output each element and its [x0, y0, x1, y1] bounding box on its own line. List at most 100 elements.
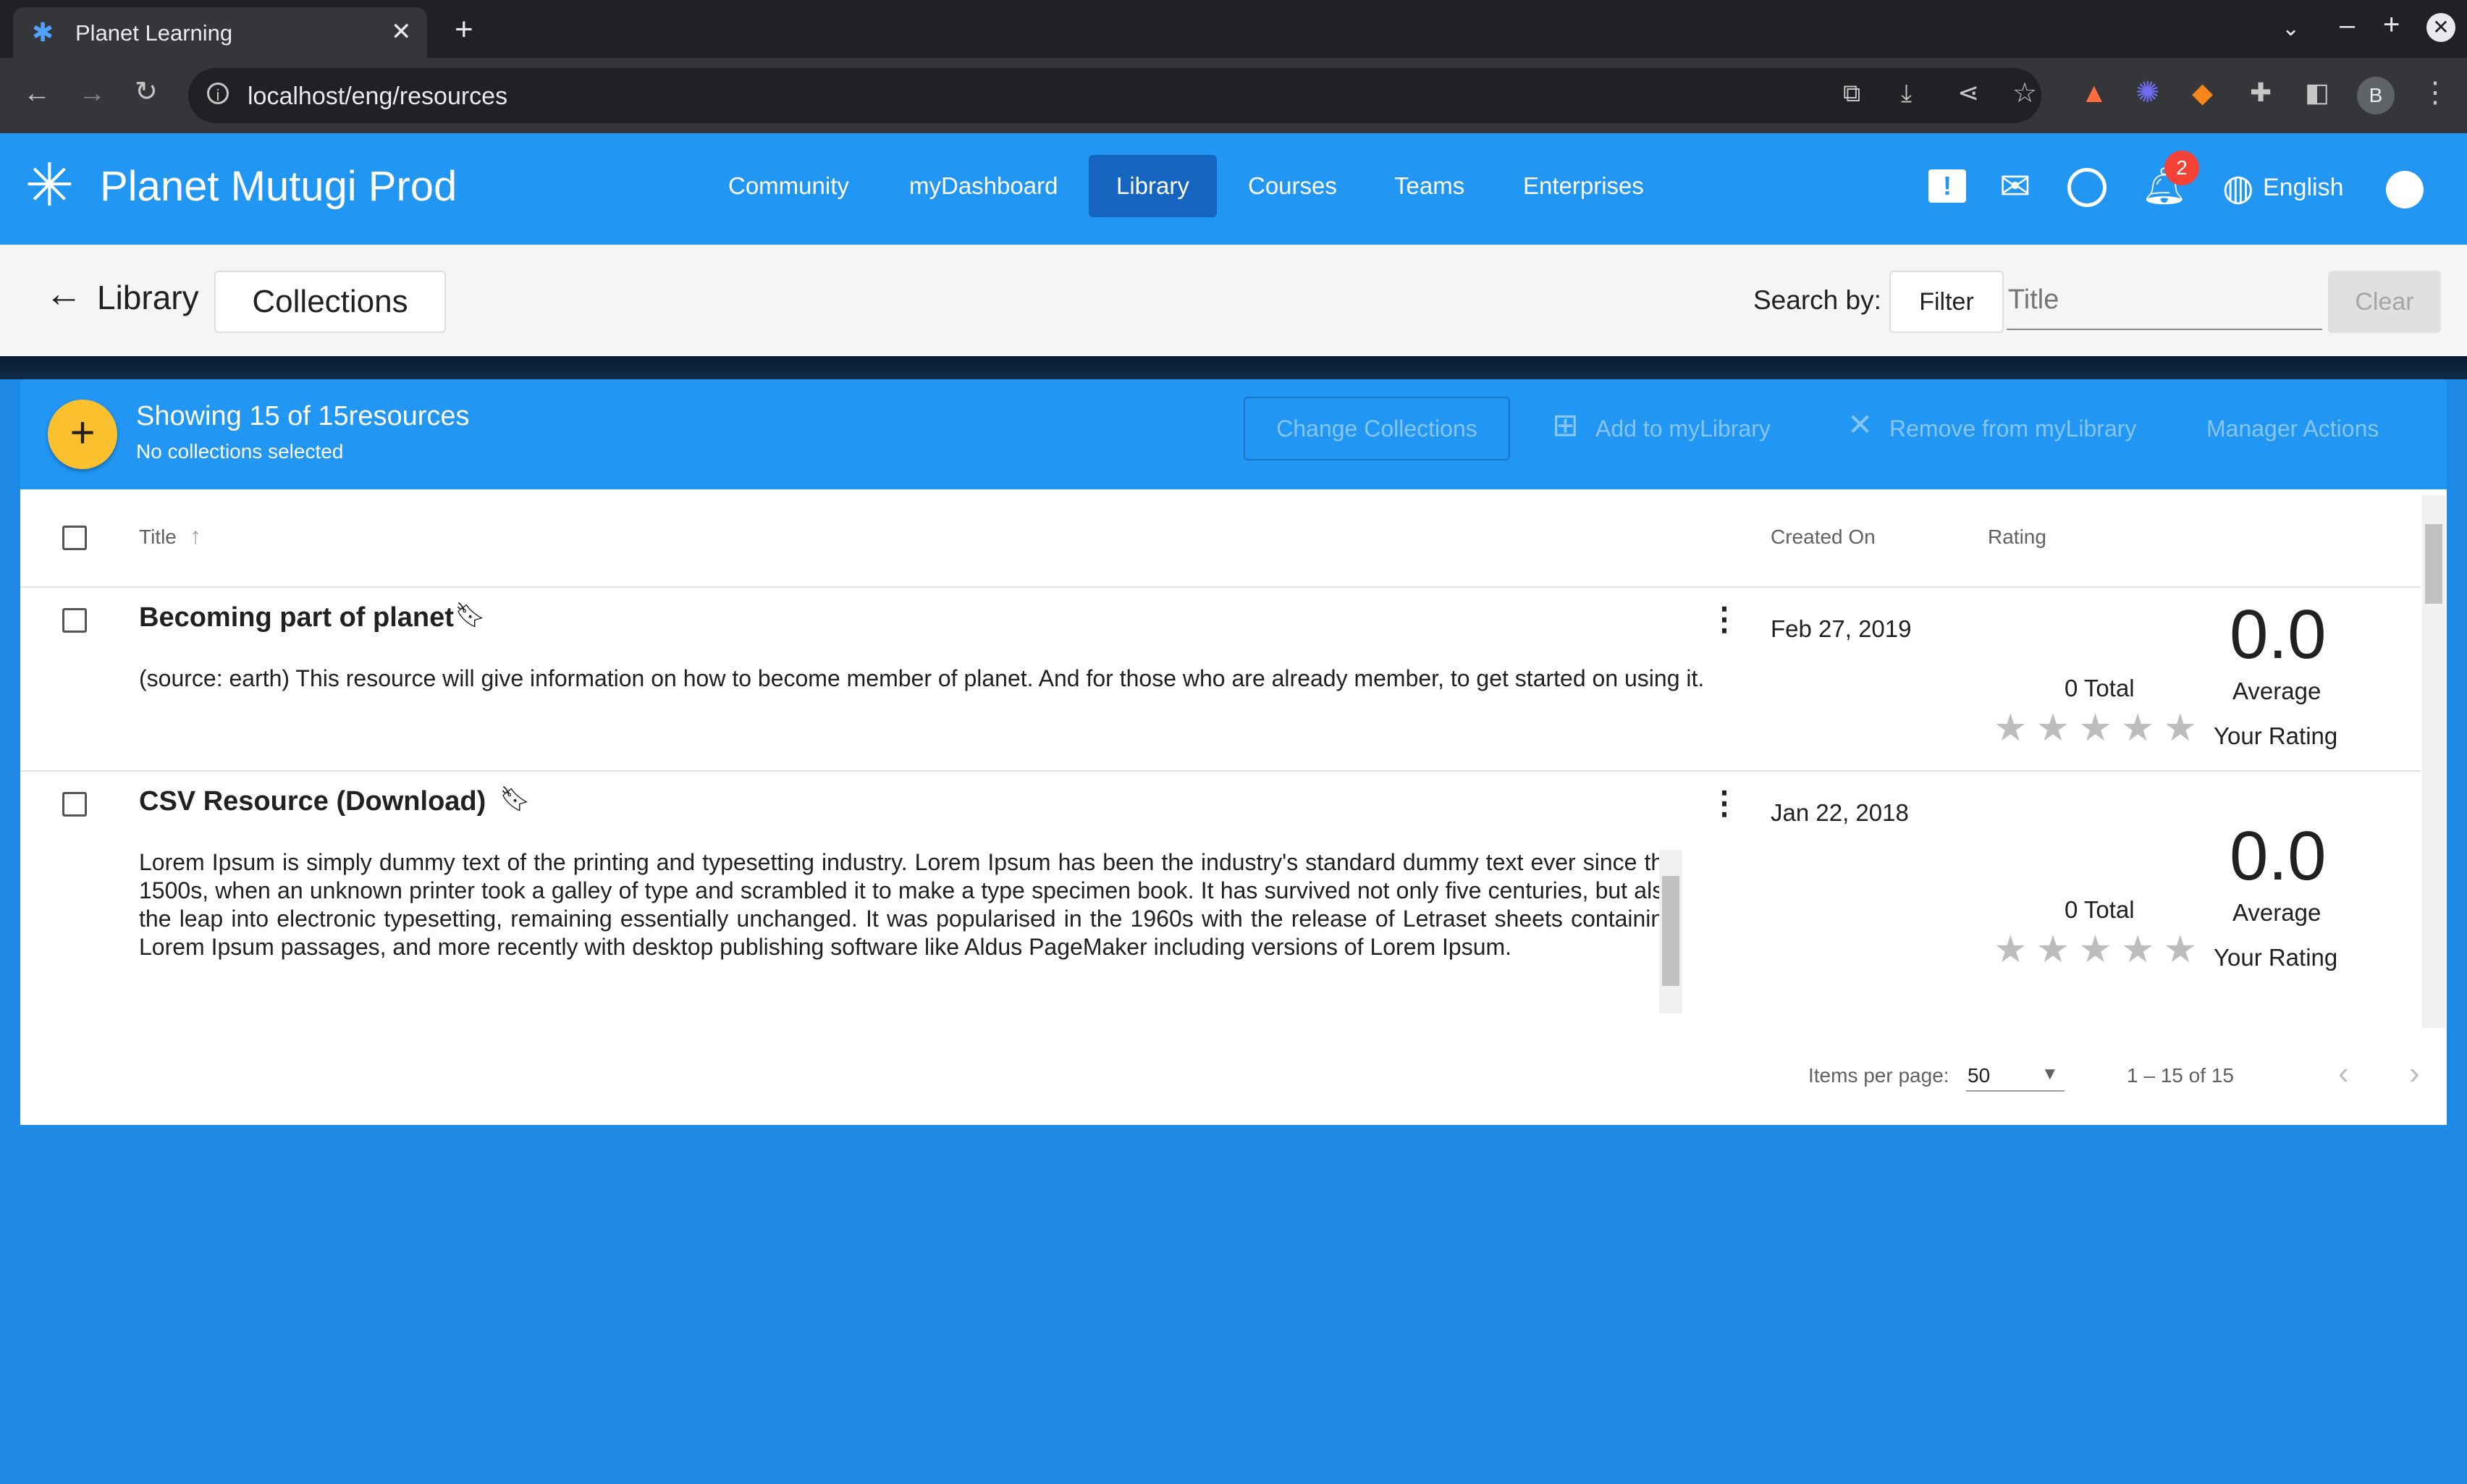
browser-toolbar: ← → ↻ i localhost/eng/resources ⧉ ⤓ ⋖ ☆ …	[0, 58, 2467, 133]
nav-teams[interactable]: Teams	[1367, 155, 1492, 217]
resource-description: (source: earth) This resource will give …	[139, 665, 1705, 691]
extension-a-icon[interactable]: ▲	[2080, 80, 2108, 107]
search-by-label: Search by:	[1753, 285, 1881, 315]
resource-description: Lorem Ipsum is simply dummy text of the …	[139, 849, 1677, 960]
new-tab-icon[interactable]: +	[455, 12, 473, 48]
bookmark-icon[interactable]: 🔖︎	[499, 785, 531, 814]
title-search-input[interactable]	[2007, 271, 2322, 330]
browser-tabstrip: ✱ Planet Learning ✕ + ⌄ – + ✕	[0, 0, 2467, 58]
account-circle-icon[interactable]	[2386, 171, 2424, 208]
address-bar[interactable]: i localhost/eng/resources	[188, 68, 2041, 123]
column-header-rating: Rating	[1988, 526, 2046, 548]
nav-community[interactable]: Community	[701, 155, 877, 217]
back-arrow-icon[interactable]: ←	[45, 275, 83, 313]
extension-fox-icon[interactable]: ◆	[2192, 80, 2213, 107]
profile-avatar[interactable]: B	[2357, 77, 2395, 114]
extension-star-icon[interactable]: ✺	[2135, 78, 2160, 107]
previous-page-icon[interactable]: ‹	[2338, 1055, 2349, 1092]
chrome-menu-icon[interactable]: ⋮	[2421, 78, 2450, 107]
row-checkbox[interactable]	[62, 792, 87, 817]
your-rating-label: Your Rating	[2214, 944, 2338, 971]
next-page-icon[interactable]: ›	[2409, 1055, 2420, 1092]
tab-search-icon[interactable]: ⌄	[2282, 16, 2300, 41]
share-icon[interactable]: ⋖	[1957, 80, 1979, 106]
url-text: localhost/eng/resources	[248, 83, 508, 110]
add-library-icon[interactable]: ⊞	[1552, 410, 1579, 442]
close-window-icon[interactable]: ✕	[2426, 13, 2455, 42]
nav-mydashboard[interactable]: myDashboard	[882, 155, 1085, 217]
average-rating-value: 0.0	[2230, 817, 2327, 895]
planet-logo-icon[interactable]: ✳	[25, 156, 75, 216]
browser-tab[interactable]: ✱ Planet Learning ✕	[13, 7, 427, 58]
minimize-icon[interactable]: –	[2340, 10, 2355, 41]
feedback-icon[interactable]: !	[1928, 169, 1966, 203]
row-menu-icon[interactable]: ⋮	[1708, 604, 1740, 636]
star-rating-input[interactable]: ★★★★★	[1994, 707, 2206, 750]
nav-library[interactable]: Library	[1089, 155, 1217, 217]
items-per-page-value: 50	[1968, 1064, 1991, 1087]
close-tab-icon[interactable]: ✕	[391, 17, 412, 46]
collections-button[interactable]: Collections	[214, 271, 446, 333]
row-menu-icon[interactable]: ⋮	[1708, 788, 1740, 819]
sort-arrow-icon[interactable]: ↑	[190, 523, 201, 549]
library-toolbar: ← Library Collections Search by: Filter …	[0, 245, 2467, 356]
resource-title[interactable]: Becoming part of planet	[139, 602, 454, 633]
table-scrollbar[interactable]	[2422, 495, 2445, 1028]
page-title: Library	[97, 279, 199, 316]
select-all-checkbox[interactable]	[62, 526, 87, 550]
user-settings-icon[interactable]	[2067, 168, 2107, 207]
resources-table-card: + Showing 15 of 15resources No collectio…	[20, 379, 2447, 1125]
manager-actions-button[interactable]: Manager Actions	[2206, 416, 2379, 442]
column-header-title[interactable]: Title	[139, 526, 177, 549]
nav-courses[interactable]: Courses	[1220, 155, 1365, 217]
bookmark-icon[interactable]: 🔖︎	[455, 601, 486, 630]
language-globe-icon[interactable]: ◍	[2222, 169, 2254, 206]
app-header: ✳ Planet Mutugi Prod Community myDashboa…	[0, 133, 2467, 245]
reload-icon[interactable]: ↻	[135, 78, 158, 106]
nav-enterprises[interactable]: Enterprises	[1496, 155, 1671, 217]
planet-favicon-icon: ✱	[32, 17, 54, 47]
row-checkbox[interactable]	[62, 608, 87, 633]
back-icon[interactable]: ←	[23, 80, 51, 107]
total-ratings: 0 Total	[2065, 896, 2135, 923]
site-info-icon[interactable]: i	[207, 83, 229, 104]
clear-button[interactable]: Clear	[2328, 271, 2441, 333]
install-icon[interactable]: ⤓	[1901, 81, 1912, 106]
change-collections-button[interactable]: Change Collections	[1244, 397, 1510, 460]
column-header-created-on[interactable]: Created On	[1771, 526, 1876, 549]
bookmark-star-icon[interactable]: ☆	[2012, 80, 2037, 107]
table-scroll-thumb[interactable]	[2425, 524, 2442, 604]
filter-button[interactable]: Filter	[1889, 271, 2004, 333]
forward-icon[interactable]: →	[78, 80, 106, 107]
star-rating-input[interactable]: ★★★★★	[1994, 928, 2206, 971]
collections-status: No collections selected	[136, 440, 344, 463]
average-label: Average	[2232, 899, 2321, 926]
notification-badge: 2	[2164, 151, 2199, 185]
items-per-page-label: Items per page:	[1808, 1064, 1949, 1087]
created-date: Feb 27, 2019	[1771, 615, 1912, 642]
created-date: Jan 22, 2018	[1771, 799, 1909, 826]
maximize-icon[interactable]: +	[2383, 9, 2400, 41]
your-rating-label: Your Rating	[2214, 722, 2338, 749]
brand-title[interactable]: Planet Mutugi Prod	[100, 162, 457, 211]
remove-icon[interactable]: ✕	[1847, 410, 1873, 440]
selection-toolbar: + Showing 15 of 15resources No collectio…	[20, 379, 2447, 489]
add-to-mylibrary-button[interactable]: Add to myLibrary	[1595, 416, 1771, 442]
total-ratings: 0 Total	[2065, 675, 2135, 701]
average-label: Average	[2232, 678, 2321, 704]
add-resource-button[interactable]: +	[48, 400, 117, 469]
page-range: 1 – 15 of 15	[2127, 1064, 2234, 1087]
open-in-app-icon[interactable]: ⧉	[1843, 81, 1860, 106]
tab-title: Planet Learning	[75, 20, 233, 46]
remove-from-mylibrary-button[interactable]: Remove from myLibrary	[1889, 416, 2136, 442]
header-divider	[20, 586, 2421, 588]
description-scrollbar[interactable]	[1659, 850, 1682, 1013]
items-per-page-select[interactable]: 50 ▼	[1966, 1057, 2065, 1092]
language-label[interactable]: English	[2263, 174, 2344, 202]
resource-title[interactable]: CSV Resource (Download)	[139, 786, 486, 817]
extensions-puzzle-icon[interactable]: ✚	[2250, 80, 2272, 106]
description-scroll-thumb[interactable]	[1662, 876, 1679, 986]
average-rating-value: 0.0	[2230, 596, 2327, 673]
side-panel-icon[interactable]: ◧	[2305, 80, 2329, 106]
mail-icon[interactable]: ✉	[1999, 168, 2031, 206]
